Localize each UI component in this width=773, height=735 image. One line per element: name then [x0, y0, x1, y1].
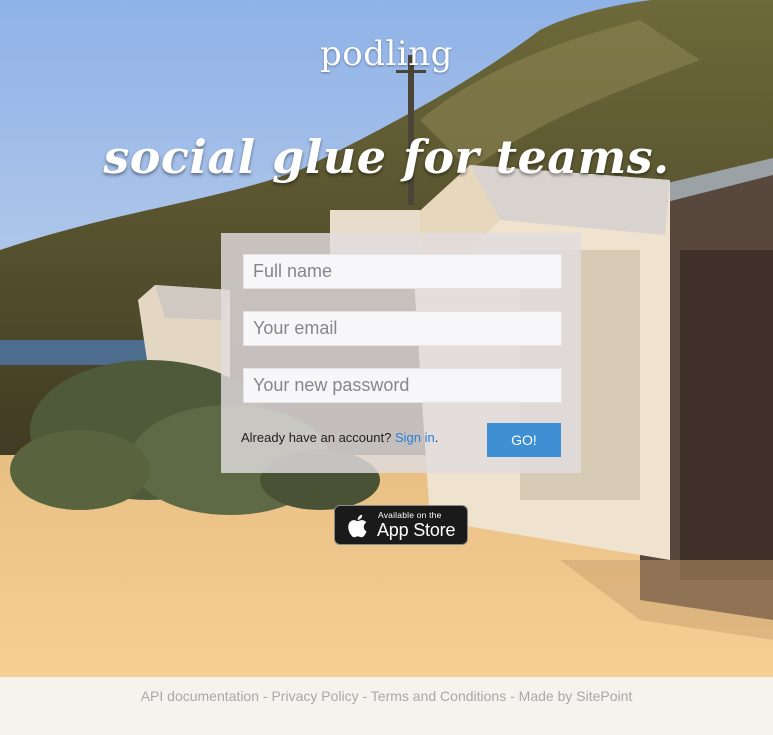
tagline: social glue for teams. [103, 130, 670, 184]
app-store-badge[interactable]: Available on the App Store [334, 505, 468, 545]
full-name-input[interactable] [243, 254, 562, 289]
signup-page: podling social glue for teams. Already h… [0, 0, 773, 735]
footer-link-api-docs[interactable]: API documentation [141, 688, 259, 704]
signin-prompt: Already have an account? Sign in. [241, 430, 438, 445]
footer: API documentation - Privacy Policy - Ter… [0, 677, 773, 735]
footer-separator: - [259, 688, 272, 704]
footer-separator: - [506, 688, 519, 704]
go-button[interactable]: GO! [487, 423, 561, 457]
signup-form: Already have an account? Sign in. GO! [221, 233, 581, 473]
footer-link-terms[interactable]: Terms and Conditions [371, 688, 506, 704]
account-prompt-text: Already have an account? [241, 430, 395, 445]
password-input[interactable] [243, 368, 562, 403]
signin-suffix: . [434, 430, 439, 445]
app-store-line2: App Store [377, 520, 456, 540]
footer-link-privacy[interactable]: Privacy Policy [271, 688, 358, 704]
brand-logo: podling [320, 34, 453, 74]
footer-link-sitepoint[interactable]: Made by SitePoint [519, 688, 633, 704]
apple-icon [348, 514, 367, 538]
email-input[interactable] [243, 311, 562, 346]
app-store-line1: Available on the [378, 510, 442, 520]
footer-separator: - [358, 688, 371, 704]
signin-link[interactable]: Sign in [395, 430, 435, 445]
